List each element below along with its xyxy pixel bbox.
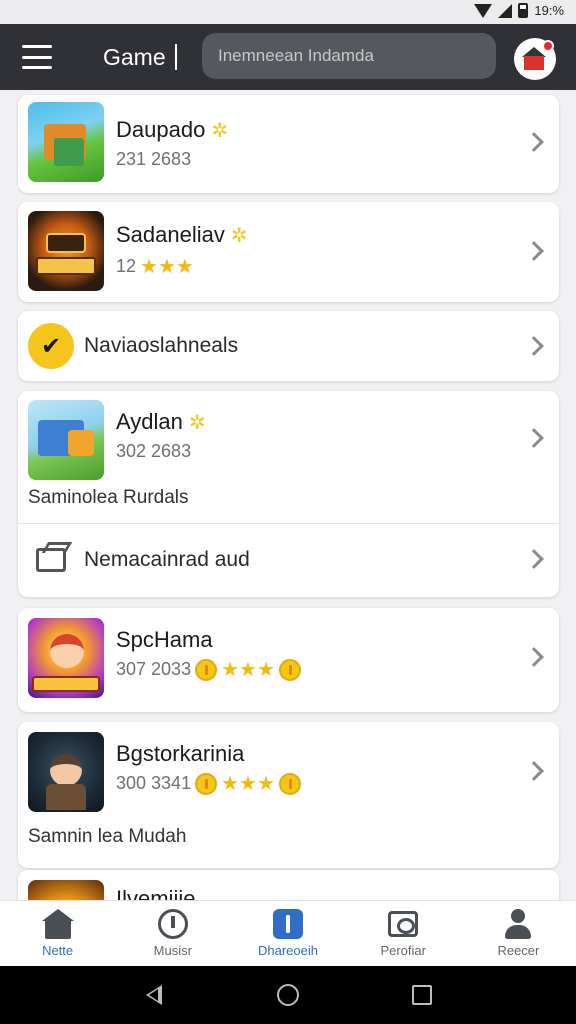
chevron-right-icon [524, 428, 544, 448]
game-title: Ilvemijie [116, 886, 196, 900]
coin-icon [195, 772, 218, 795]
item-subtext: Saminolea Rurdals [28, 487, 189, 508]
app-bar: Game [0, 24, 576, 90]
game-title: Aydlan ✲ [116, 409, 206, 434]
status-icons: 19:% [474, 3, 564, 18]
game-meta: 231 2683 [116, 149, 192, 169]
check-icon: ✔ [28, 323, 74, 369]
chevron-right-icon [524, 336, 544, 356]
search-input[interactable] [202, 33, 496, 79]
game-title: SpcHama [116, 627, 213, 652]
game-thumbnail [28, 400, 104, 480]
chevron-right-icon [524, 241, 544, 261]
list-item[interactable]: ✔ Naviaoslahneals [18, 311, 559, 381]
bottom-nav: Nette Musisr Dhareoeih Perofiar Reecer [0, 900, 576, 966]
profile-avatar-button[interactable] [514, 38, 556, 80]
game-thumbnail [28, 102, 104, 182]
tab-music[interactable]: Musisr [115, 901, 230, 966]
rating-stars: ★★★ [140, 256, 194, 278]
coin-icon [195, 658, 218, 681]
rating-stars: ★★★ [221, 773, 275, 795]
list-item[interactable]: Daupado ✲ 231 2683 [18, 95, 559, 193]
game-thumbnail [28, 732, 104, 812]
list-item[interactable]: Sadaneliav ✲ 12 ★★★ [18, 202, 559, 302]
system-nav-bar [0, 966, 576, 1024]
list-item[interactable]: Bgstorkarinia 300 3341 ★★★ Samnin lea Mu… [18, 722, 559, 868]
chevron-right-icon [524, 647, 544, 667]
game-list: Daupado ✲ 231 2683 Sadaneliav ✲ 12 ★★★ ✔ Na… [0, 90, 576, 900]
chevron-right-icon [524, 761, 544, 781]
game-title: Daupado ✲ [116, 117, 229, 142]
game-meta: 300 3341 ★★★ [116, 771, 301, 796]
star-icon: ✲ [211, 120, 229, 142]
status-bar: 19:% [0, 0, 576, 24]
game-title: Sadaneliav ✲ [116, 222, 248, 247]
nav-row-label: Naviaoslahneals [84, 334, 239, 357]
title-separator [175, 44, 177, 70]
game-thumbnail [28, 618, 104, 698]
game-meta: 302 2683 [116, 441, 192, 461]
tab-label: Reecer [497, 943, 540, 958]
battery-icon [518, 3, 529, 18]
status-time: 19:% [534, 3, 564, 18]
tab-label: Musisr [153, 943, 192, 958]
person-icon [503, 909, 533, 939]
signal-icon [498, 3, 513, 18]
game-meta: 307 2033 ★★★ [116, 657, 301, 682]
music-icon [157, 909, 188, 939]
app-title: Game [103, 44, 166, 70]
notification-badge [542, 40, 554, 52]
coin-icon [278, 772, 301, 795]
home-icon [41, 909, 74, 939]
house-icon [524, 56, 544, 70]
sub-row[interactable]: Nemacainrad aud [18, 524, 559, 596]
game-title: Bgstorkarinia [116, 741, 245, 766]
tab-profile[interactable]: Perofiar [346, 901, 461, 966]
back-icon[interactable] [146, 985, 162, 1005]
box-icon [34, 542, 70, 576]
chevron-right-icon [524, 132, 544, 152]
tab-person[interactable]: Reecer [461, 901, 576, 966]
star-icon: ✲ [230, 225, 248, 247]
tab-info[interactable]: Dhareoeih [230, 901, 345, 966]
list-item[interactable]: Ilvemijie [18, 870, 559, 900]
profile-icon [388, 909, 419, 939]
wifi-icon [474, 3, 493, 18]
star-icon: ✲ [188, 412, 206, 434]
game-thumbnail [28, 211, 104, 291]
tab-home[interactable]: Nette [0, 901, 115, 966]
game-meta: 12 ★★★ [116, 256, 194, 278]
menu-icon[interactable] [22, 45, 52, 69]
chevron-right-icon [524, 549, 544, 569]
nav-row-label: Nemacainrad aud [84, 548, 250, 571]
coin-icon [278, 658, 301, 681]
game-thumbnail [28, 880, 104, 900]
tab-label: Perofiar [380, 943, 426, 958]
info-icon [273, 909, 303, 939]
list-item[interactable]: SpcHama 307 2033 ★★★ [18, 608, 559, 712]
tab-label: Dhareoeih [258, 943, 318, 958]
tab-label: Nette [42, 943, 74, 958]
list-item[interactable]: Aydlan ✲ 302 2683 Saminolea Rurdals Nemac… [18, 391, 559, 597]
home-circle-icon[interactable] [277, 984, 299, 1006]
item-subtext: Samnin lea Mudah [28, 826, 187, 847]
rating-stars: ★★★ [221, 659, 275, 681]
recent-apps-icon[interactable] [412, 985, 432, 1005]
